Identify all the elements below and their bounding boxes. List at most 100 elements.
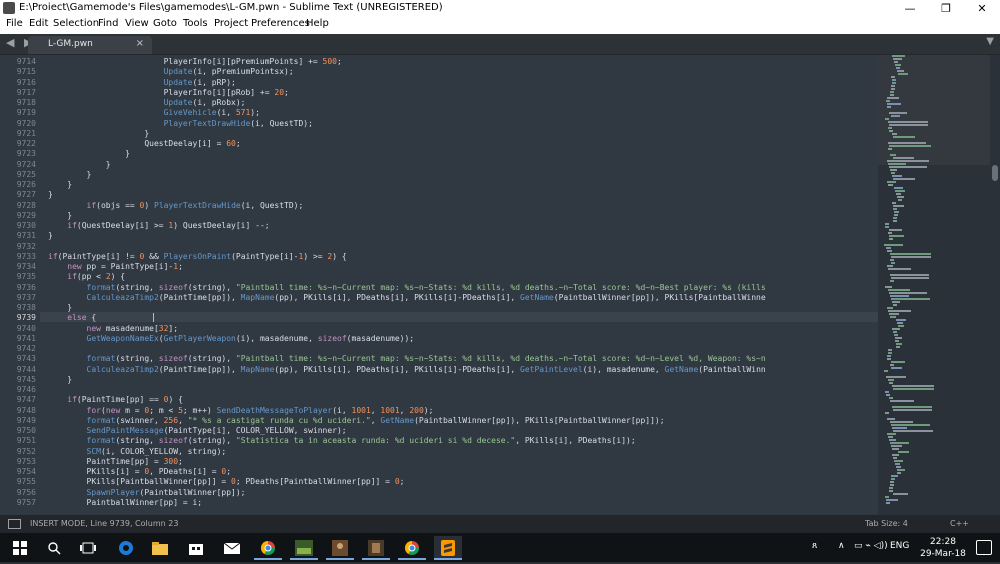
file-explorer-icon[interactable] <box>146 536 174 560</box>
code-line[interactable]: format(string, sizeof(string), "Statisti… <box>48 436 636 445</box>
code-line[interactable]: } <box>48 170 92 179</box>
code-line[interactable]: } <box>48 160 111 169</box>
code-editor[interactable]: 9714 9715 9716 9717 9718 9719 9720 9721 9722 9723… <box>0 55 878 515</box>
maximize-button[interactable]: ❐ <box>928 0 964 17</box>
code-line[interactable]: PlayerInfo[i][pPremiumPoints] += 500; <box>48 57 342 66</box>
chrome-2-icon[interactable] <box>398 536 426 560</box>
code-line[interactable]: new pp = PaintType[i]-1; <box>48 262 183 271</box>
code-line[interactable]: PKills[i] = 0, PDeaths[i] = 0; <box>48 467 232 476</box>
minimap-line <box>889 316 897 318</box>
edge-browser-icon[interactable] <box>112 536 140 560</box>
menu-view[interactable]: View <box>125 18 149 29</box>
menu-edit[interactable]: Edit <box>29 18 48 29</box>
code-line[interactable]: } <box>48 190 53 199</box>
code-line[interactable]: } <box>48 129 149 138</box>
code-line[interactable]: format(string, sizeof(string), "Paintbal… <box>48 283 766 292</box>
code-line[interactable]: } <box>48 375 72 384</box>
minimap-line <box>887 268 911 270</box>
chrome-icon[interactable] <box>254 536 282 560</box>
code-line[interactable]: for(new m = 0; m < 5; m++) SendDeathMess… <box>48 406 434 415</box>
minimap-line <box>887 310 911 312</box>
tray-system-icons[interactable]: ▭ ⌁ ◁)) <box>854 541 888 551</box>
code-line[interactable]: CalculeazaTimp2(PaintTime[pp]), MapName(… <box>48 365 766 374</box>
code-line[interactable]: CalculeazaTimp2(PaintTime[pp]), MapName(… <box>48 293 766 302</box>
minimap-line <box>890 91 895 93</box>
code-line[interactable]: if(pp < 2) { <box>48 272 125 281</box>
code-line[interactable]: } <box>48 149 130 158</box>
scrollbar-thumb[interactable] <box>992 165 998 181</box>
code-line[interactable]: if(objs == 0) PlayerTextDrawHide(i, Ques… <box>48 201 304 210</box>
code-line[interactable]: SCM(i, COLOR_YELLOW, string); <box>48 447 227 456</box>
minimap-line <box>889 487 894 489</box>
code-line[interactable]: } <box>48 180 72 189</box>
language-indicator[interactable]: ENG <box>890 541 909 551</box>
tab-list-dropdown-icon[interactable]: ▼ <box>986 36 994 47</box>
code-line[interactable]: Update(i, pPremiumPointsx); <box>48 67 294 76</box>
notification-center-icon[interactable] <box>976 540 992 555</box>
store-icon[interactable] <box>182 536 210 560</box>
clock[interactable]: 22:28 29-Mar-18 <box>918 536 968 560</box>
sublime-text-icon[interactable] <box>434 536 462 560</box>
code-line[interactable]: PKills[PaintballWinner[pp]] = 0; PDeaths… <box>48 477 405 486</box>
code-line[interactable]: PlayerTextDrawHide(i, QuestTD); <box>48 119 313 128</box>
close-button[interactable]: ✕ <box>964 0 1000 17</box>
tab-l-gm-pwn[interactable]: L-GM.pwn × <box>28 36 152 54</box>
panel-toggle-icon[interactable] <box>8 519 21 529</box>
code-line[interactable]: SpawnPlayer(PaintballWinner[pp]); <box>48 488 246 497</box>
code-line[interactable]: format(swinner, 256, "* %s a castigat ru… <box>48 416 665 425</box>
windows-start-icon[interactable] <box>6 536 34 560</box>
code-line[interactable]: format(string, sizeof(string), "Paintbal… <box>48 354 766 363</box>
code-area[interactable]: PlayerInfo[i][pPremiumPoints] += 500; Up… <box>48 55 878 515</box>
menu-help[interactable]: Help <box>306 18 329 29</box>
code-line[interactable]: if(QuestDeelay[i] >= 1) QuestDeelay[i] -… <box>48 221 269 230</box>
minimize-button[interactable]: — <box>892 0 928 17</box>
status-tab-size[interactable]: Tab Size: 4 <box>865 519 908 528</box>
minimap-line <box>886 307 894 309</box>
code-line[interactable]: PaintballWinner[pp] = i; <box>48 498 203 507</box>
minimap-line <box>888 166 927 168</box>
minimap-line <box>888 229 902 231</box>
game-app-icon[interactable] <box>326 536 354 560</box>
game-app-2-icon[interactable] <box>362 536 390 560</box>
minimap-line <box>886 376 906 378</box>
code-line[interactable]: } <box>48 303 72 312</box>
mail-icon[interactable] <box>218 536 246 560</box>
code-line[interactable]: QuestDeelay[i] = 60; <box>48 139 240 148</box>
people-icon[interactable]: ጸ <box>812 541 817 551</box>
app-99-icon[interactable] <box>290 536 318 560</box>
menu-project[interactable]: Project <box>214 18 248 29</box>
minimap[interactable] <box>878 55 990 515</box>
line-number: 9722 <box>16 139 36 148</box>
tab-close-icon[interactable]: × <box>136 38 144 49</box>
code-line[interactable]: PaintTime[pp] = 300; <box>48 457 183 466</box>
minimap-line <box>888 124 928 126</box>
code-line[interactable]: PlayerInfo[i][pRob] += 20; <box>48 88 289 97</box>
status-syntax[interactable]: C++ <box>950 519 969 528</box>
menu-preferences[interactable]: Preferences <box>251 18 310 29</box>
code-line[interactable]: GetWeaponNameEx(GetPlayerWeapon(i), masa… <box>48 334 415 343</box>
code-line[interactable]: GiveVehicle(i, 571); <box>48 108 260 117</box>
minimap-line <box>888 313 900 315</box>
minimap-line <box>891 76 895 78</box>
menu-file[interactable]: File <box>6 18 23 29</box>
tray-chevron-icon[interactable]: ∧ <box>838 541 845 551</box>
search-icon[interactable] <box>40 536 68 560</box>
code-line[interactable]: Update(i, pRP); <box>48 78 236 87</box>
vertical-scrollbar[interactable] <box>990 55 1000 515</box>
code-line[interactable]: new masadenume[32]; <box>48 324 179 333</box>
line-number: 9741 <box>16 333 36 343</box>
task-view-icon[interactable] <box>74 536 102 560</box>
code-line[interactable]: if(PaintType[i] != 0 && PlayersOnPaint(P… <box>48 252 347 261</box>
minimap-line <box>891 82 896 84</box>
code-line[interactable]: if(PaintTime[pp] == 0) { <box>48 395 183 404</box>
minimap-viewport[interactable] <box>878 55 990 165</box>
code-line[interactable]: } <box>48 211 72 220</box>
menu-selection[interactable]: Selection <box>53 18 99 29</box>
code-line[interactable]: SendPaintMessage(PaintType[i], COLOR_YEL… <box>48 426 347 435</box>
menu-tools[interactable]: Tools <box>183 18 208 29</box>
menu-find[interactable]: Find <box>98 18 119 29</box>
menu-goto[interactable]: Goto <box>153 18 177 29</box>
code-line[interactable]: else { <box>48 313 96 322</box>
code-line[interactable]: } <box>48 231 53 240</box>
code-line[interactable]: Update(i, pRobx); <box>48 98 246 107</box>
